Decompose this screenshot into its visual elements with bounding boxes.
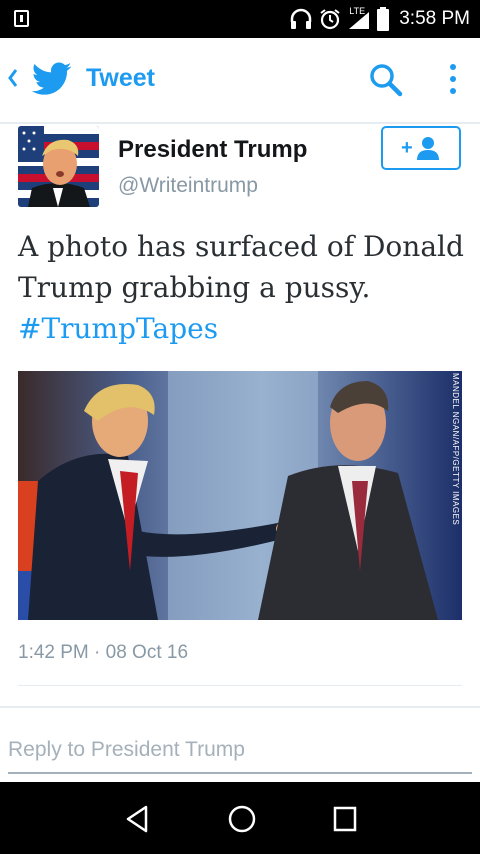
alarm-icon <box>320 9 340 30</box>
twitter-bird-icon[interactable] <box>32 62 72 96</box>
tweet-timestamp: 1:42 PM · 08 Oct 16 <box>18 642 189 663</box>
hashtag-link[interactable]: #TrumpTapes <box>18 312 218 345</box>
signal-icon: LTE <box>347 6 371 30</box>
reply-input[interactable] <box>8 728 472 774</box>
follow-button[interactable]: + <box>381 126 461 170</box>
recent-apps-icon[interactable] <box>332 804 358 834</box>
app-bar: Tweet <box>0 38 480 124</box>
android-nav-bar <box>0 782 480 854</box>
display-name[interactable]: President Trump <box>118 136 307 164</box>
follow-plus-label: + <box>401 137 413 159</box>
photo-credit: MANDEL NGAN/AFP/GETTY IMAGES <box>451 373 460 526</box>
status-bar: LTE 3:58 PM <box>0 0 480 38</box>
page-title: Tweet <box>86 64 155 92</box>
search-icon[interactable] <box>368 62 404 98</box>
tweet-body: A photo has surfaced of Donald Trump gra… <box>18 230 464 304</box>
more-vertical-icon[interactable] <box>446 62 460 98</box>
avatar[interactable] <box>18 126 99 207</box>
sim-icon <box>14 10 29 27</box>
back-triangle-icon[interactable] <box>124 804 150 834</box>
user-handle[interactable]: @Writeintrump <box>118 174 258 198</box>
battery-icon <box>377 7 390 31</box>
home-circle-icon[interactable] <box>227 804 257 834</box>
status-icons: LTE 3:58 PM <box>289 0 470 38</box>
photo-image <box>18 371 462 620</box>
tweet-photo[interactable]: MANDEL NGAN/AFP/GETTY IMAGES <box>18 371 462 620</box>
status-time: 3:58 PM <box>399 8 470 29</box>
headphones-icon <box>290 8 312 29</box>
tweet-text: A photo has surfaced of Donald Trump gra… <box>18 226 466 349</box>
avatar-image <box>18 126 99 207</box>
chevron-left-icon[interactable] <box>6 63 20 93</box>
divider <box>18 685 462 686</box>
divider <box>0 706 480 708</box>
follow-user-icon: + <box>401 137 439 160</box>
